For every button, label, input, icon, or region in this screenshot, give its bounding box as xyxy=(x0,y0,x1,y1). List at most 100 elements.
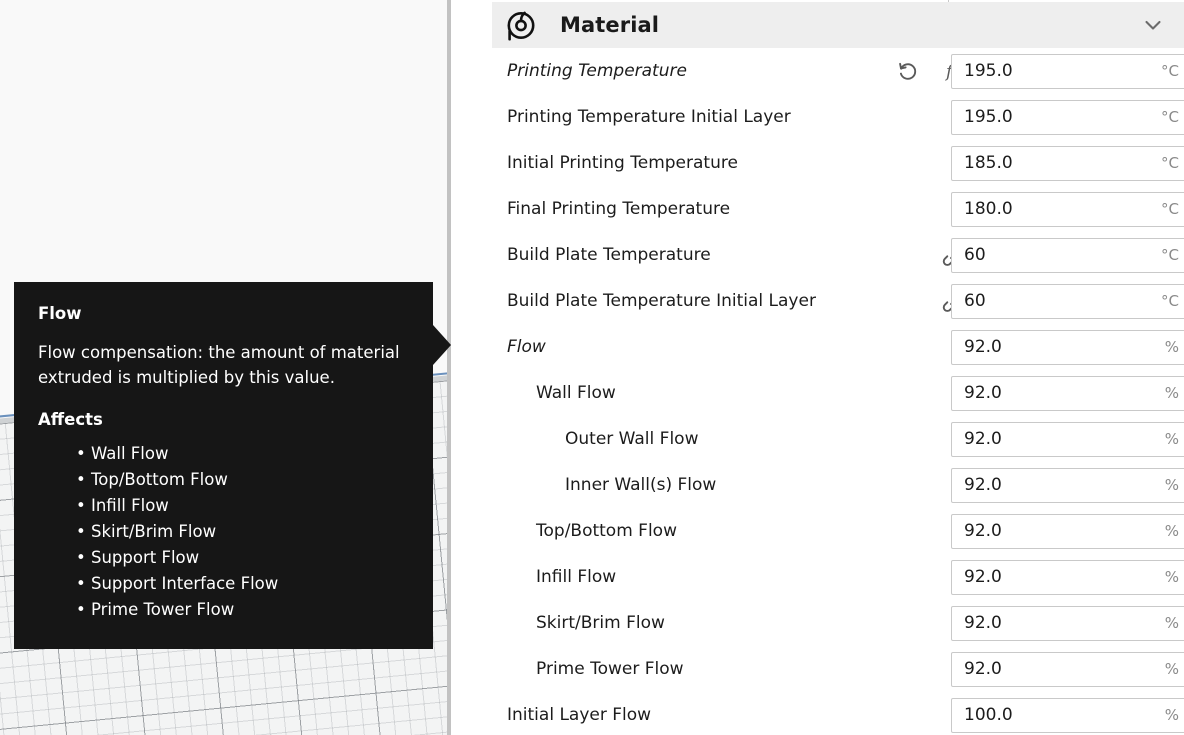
setting-row[interactable]: Outer Wall Flow 92.0% xyxy=(451,416,1184,462)
setting-label: Wall Flow xyxy=(536,383,616,403)
setting-unit: % xyxy=(1165,476,1179,494)
setting-row-icons xyxy=(856,416,966,462)
setting-value: 92.0 xyxy=(964,429,1002,449)
setting-row[interactable]: Flow 92.0% xyxy=(451,324,1184,370)
setting-row[interactable]: Build Plate Temperature Initial Layer 60 °… xyxy=(451,278,1184,324)
setting-label: Printing Temperature xyxy=(507,61,687,81)
setting-label: Inner Wall(s) Flow xyxy=(565,475,716,495)
setting-label: Initial Printing Temperature xyxy=(507,153,738,173)
setting-value: 92.0 xyxy=(964,337,1002,357)
setting-value-input[interactable]: 92.0% xyxy=(951,560,1184,595)
setting-value-input[interactable]: 185.0 °C xyxy=(951,146,1184,181)
setting-value-input[interactable]: 92.0% xyxy=(951,330,1184,365)
setting-row[interactable]: Inner Wall(s) Flow 92.0% xyxy=(451,462,1184,508)
setting-row-icons xyxy=(856,646,966,692)
setting-row-icons xyxy=(856,232,966,278)
setting-value-input[interactable]: 92.0% xyxy=(951,514,1184,549)
setting-value-input[interactable]: 60 °C xyxy=(951,238,1184,273)
setting-value-input[interactable]: 92.0% xyxy=(951,606,1184,641)
setting-value: 92.0 xyxy=(964,475,1002,495)
setting-value: 60 xyxy=(964,245,986,265)
setting-unit: % xyxy=(1165,706,1179,724)
setting-value: 60 xyxy=(964,291,986,311)
tooltip-arrow xyxy=(433,325,451,365)
setting-value: 185.0 xyxy=(964,153,1013,173)
setting-label: Initial Layer Flow xyxy=(507,705,651,725)
setting-value-input[interactable]: 92.0% xyxy=(951,468,1184,503)
section-header-material[interactable]: Material xyxy=(492,2,1184,48)
setting-value-input[interactable]: 92.0% xyxy=(951,422,1184,457)
setting-unit: °C xyxy=(1161,292,1179,310)
setting-row[interactable]: Final Printing Temperature 180.0 °C xyxy=(451,186,1184,232)
setting-label: Build Plate Temperature xyxy=(507,245,711,265)
setting-row[interactable]: Build Plate Temperature 60 °C xyxy=(451,232,1184,278)
tooltip-description: Flow compensation: the amount of materia… xyxy=(38,340,409,390)
setting-value-input[interactable]: 92.0% xyxy=(951,652,1184,687)
setting-row[interactable]: Prime Tower Flow 92.0% xyxy=(451,646,1184,692)
setting-value-input[interactable]: 92.0% xyxy=(951,376,1184,411)
section-title: Material xyxy=(560,13,659,37)
tooltip-affects-item: Prime Tower Flow xyxy=(76,597,409,623)
setting-row[interactable]: Skirt/Brim Flow92.0% xyxy=(451,600,1184,646)
setting-unit: % xyxy=(1165,338,1179,356)
setting-row-icons xyxy=(856,508,966,554)
setting-value: 92.0 xyxy=(964,613,1002,633)
setting-label: Build Plate Temperature Initial Layer xyxy=(507,291,816,311)
tooltip-affects-item: Support Interface Flow xyxy=(76,571,409,597)
setting-row-icons xyxy=(856,600,966,646)
chevron-down-icon[interactable] xyxy=(1142,14,1164,36)
setting-row-icons xyxy=(856,462,966,508)
setting-unit: °C xyxy=(1161,108,1179,126)
setting-label: Flow xyxy=(507,337,546,357)
setting-row[interactable]: Wall Flow 92.0% xyxy=(451,370,1184,416)
setting-row[interactable]: Printing Temperaturefx195.0°C xyxy=(451,48,1184,94)
setting-value: 92.0 xyxy=(964,659,1002,679)
setting-row-icons xyxy=(856,140,966,186)
setting-row-icons xyxy=(856,370,966,416)
setting-tooltip: Flow Flow compensation: the amount of ma… xyxy=(14,282,433,649)
setting-unit: °C xyxy=(1161,246,1179,264)
setting-row-icons xyxy=(856,186,966,232)
settings-rows: Printing Temperaturefx195.0°CPrinting Te… xyxy=(451,48,1184,735)
setting-value-input[interactable]: 195.0 °C xyxy=(951,100,1184,135)
setting-row-icons xyxy=(856,692,966,735)
setting-value-input[interactable]: 100.0% xyxy=(951,698,1184,733)
setting-label: Final Printing Temperature xyxy=(507,199,730,219)
setting-unit: °C xyxy=(1161,200,1179,218)
setting-unit: °C xyxy=(1161,154,1179,172)
setting-unit: % xyxy=(1165,522,1179,540)
setting-row[interactable]: Initial Layer Flow 100.0% xyxy=(451,692,1184,735)
setting-value: 100.0 xyxy=(964,705,1013,725)
setting-row[interactable]: Infill Flow 92.0% xyxy=(451,554,1184,600)
setting-value-input[interactable]: 180.0 °C xyxy=(951,192,1184,227)
tooltip-affects-item: Infill Flow xyxy=(76,493,409,519)
setting-value: 92.0 xyxy=(964,383,1002,403)
setting-row[interactable]: Initial Printing Temperature 185.0 °C xyxy=(451,140,1184,186)
setting-value-input[interactable]: 195.0 °C xyxy=(951,54,1184,89)
setting-label: Infill Flow xyxy=(536,567,616,587)
material-spool-icon xyxy=(504,8,538,42)
setting-value: 180.0 xyxy=(964,199,1013,219)
tooltip-affects-heading: Affects xyxy=(38,410,409,429)
setting-row[interactable]: Top/Bottom Flow 92.0% xyxy=(451,508,1184,554)
tooltip-affects-item: Wall Flow xyxy=(76,441,409,467)
setting-unit: °C xyxy=(1161,62,1179,80)
setting-label: Prime Tower Flow xyxy=(536,659,684,679)
revert-icon[interactable] xyxy=(896,59,920,83)
setting-row-icons xyxy=(856,554,966,600)
tooltip-affects-item: Top/Bottom Flow xyxy=(76,467,409,493)
setting-value: 195.0 xyxy=(964,107,1013,127)
setting-label: Top/Bottom Flow xyxy=(536,521,677,541)
setting-value: 92.0 xyxy=(964,567,1002,587)
setting-row-icons xyxy=(856,324,966,370)
setting-unit: % xyxy=(1165,430,1179,448)
setting-row-icons xyxy=(856,94,966,140)
setting-value: 92.0 xyxy=(964,521,1002,541)
setting-row[interactable]: Printing Temperature Initial Layer 195.0 °… xyxy=(451,94,1184,140)
setting-label: Outer Wall Flow xyxy=(565,429,698,449)
setting-value: 195.0 xyxy=(964,61,1013,81)
tooltip-affects-item: Skirt/Brim Flow xyxy=(76,519,409,545)
setting-label: Printing Temperature Initial Layer xyxy=(507,107,791,127)
setting-value-input[interactable]: 60 °C xyxy=(951,284,1184,319)
settings-panel[interactable]: Material Printing Temperaturefx195.0°CPr… xyxy=(451,0,1184,735)
